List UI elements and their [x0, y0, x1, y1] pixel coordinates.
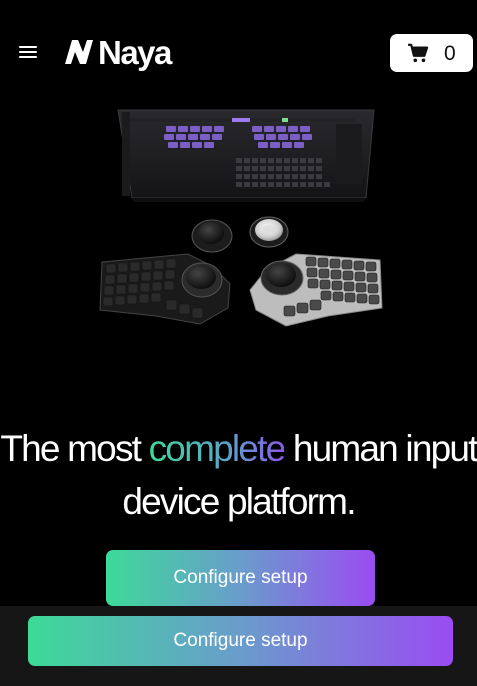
hero-product-image: [96, 104, 386, 334]
naya-logo[interactable]: Naya: [63, 33, 172, 71]
cart-button[interactable]: 0: [390, 34, 473, 72]
hero-illustration: [99, 109, 383, 327]
logo-text: Naya: [98, 33, 172, 71]
right-keyboard-half: [249, 253, 383, 327]
control-modules: [191, 216, 289, 253]
headline-accent: complete: [148, 428, 287, 469]
sticky-cta-bar: Configure setup: [0, 606, 477, 686]
headline-part1: The most: [0, 428, 149, 469]
naya-logo-mark: [65, 40, 93, 64]
cart-count: 0: [444, 42, 456, 65]
hero-headline: The most complete human input device pla…: [0, 422, 477, 528]
sticky-configure-setup-label: Configure setup: [173, 630, 308, 651]
configure-setup-label: Configure setup: [173, 567, 308, 588]
configure-setup-button[interactable]: Configure setup: [106, 550, 375, 606]
shopping-cart-icon: [408, 43, 429, 63]
monitor: [117, 109, 375, 202]
sticky-configure-setup-button[interactable]: Configure setup: [28, 616, 453, 666]
site-header: Naya 0: [0, 0, 477, 100]
hamburger-menu-icon[interactable]: [18, 42, 40, 62]
left-keyboard-half: [99, 253, 231, 325]
